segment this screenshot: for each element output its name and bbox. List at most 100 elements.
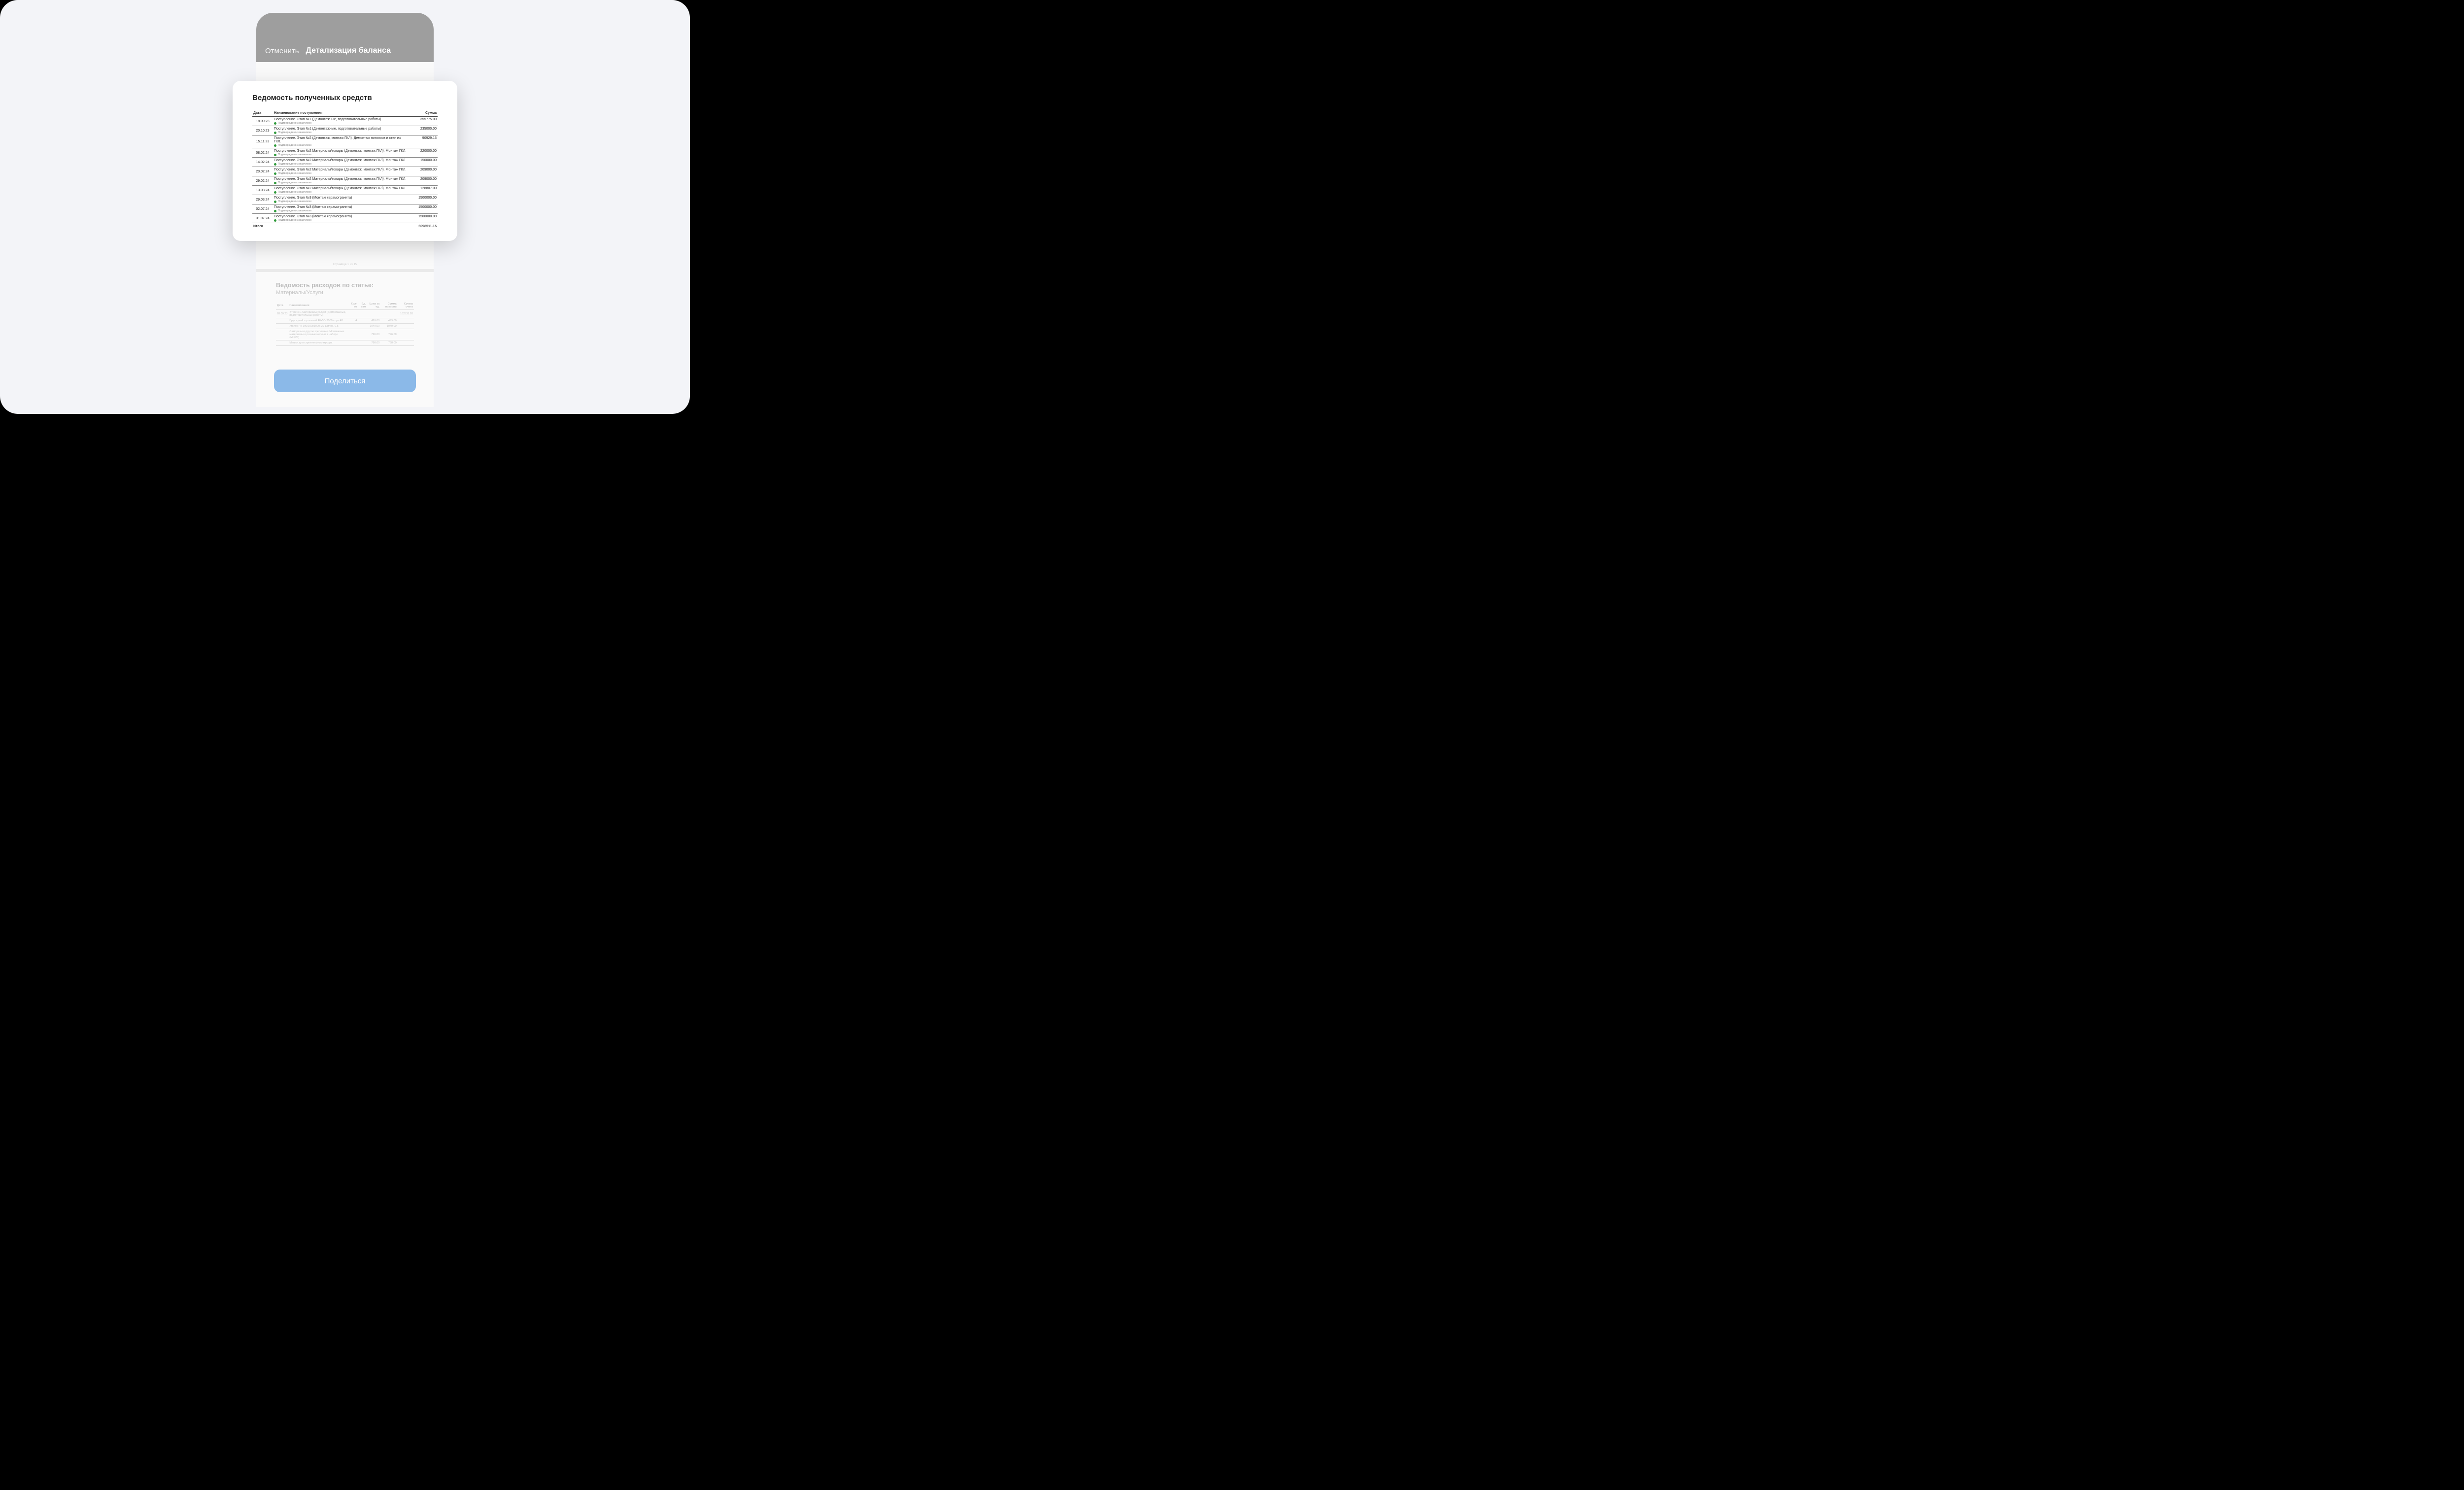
status-label: Подтверждено заказчиком <box>278 153 311 156</box>
cell-name: Поступление. Этап №3 (Монтаж керамограни… <box>273 204 408 214</box>
status-dot-icon <box>274 154 276 156</box>
cell-name: Поступление. Этап №1 (Демонтажные, подго… <box>273 117 408 126</box>
status-label: Подтверждено заказчиком <box>278 181 311 184</box>
ledger-title: Ведомость полученных средств <box>252 94 438 102</box>
cell-amount: 209000.00 <box>408 167 438 176</box>
status-dot-icon <box>274 182 276 184</box>
status-confirmed: Подтверждено заказчиком <box>274 200 407 203</box>
cell-name: Поступление. Этап №2 Материалы/товары (Д… <box>273 167 408 176</box>
cell-line: 1049.00 <box>380 324 397 329</box>
status-label: Подтверждено заказчиком <box>278 191 311 194</box>
cell-unit <box>358 329 367 340</box>
cell-amount: 235000.00 <box>408 126 438 135</box>
status-confirmed: Подтверждено заказчиком <box>274 191 407 194</box>
status-confirmed: Подтверждено заказчиком <box>274 209 407 212</box>
cell-date: 13.03.24 <box>252 186 273 195</box>
cell-name: Поступление. Этап №2 Материалы/товары (Д… <box>273 186 408 195</box>
table-row: 14.02.24Поступление. Этап №2 Материалы/т… <box>252 158 438 167</box>
cell-amount: 1500000.00 <box>408 214 438 223</box>
nav-bar: Отменить Детализация баланса <box>256 13 434 62</box>
cell-date: 29.02.24 <box>252 176 273 186</box>
cell-inv <box>398 340 414 346</box>
cell-date: 02.07.24 <box>252 204 273 214</box>
table-row: 08.02.24Поступление. Этап №2 Материалы/т… <box>252 148 438 158</box>
screen-title: Детализация баланса <box>306 46 391 55</box>
cell-qty <box>349 340 358 346</box>
status-label: Подтверждено заказчиком <box>278 131 311 134</box>
cell-date: 20.02.24 <box>252 167 273 176</box>
cell-name: Брус сухой строганый 40х50х3000 сорт АВ <box>288 318 348 324</box>
cell-amount: 209000.00 <box>408 176 438 186</box>
col-price: Цена за ед. <box>367 302 380 310</box>
status-confirmed: Подтверждено заказчиком <box>274 181 407 184</box>
cell-date <box>276 324 288 329</box>
cell-qty <box>349 324 358 329</box>
col-name: Наименование <box>288 302 348 310</box>
table-row: Мешки для строительного мусора 798.00798.… <box>276 340 414 346</box>
expenses-title: Ведомость расходов по статье: <box>276 282 414 289</box>
ledger-col-name: Наименование поступления <box>273 110 408 117</box>
table-row: 18.09.23Поступление. Этап №1 (Демонтажны… <box>252 117 438 126</box>
cell-line: 798.00 <box>380 340 397 346</box>
cell-name: Поступление. Этап №3 (Монтаж керамограни… <box>273 195 408 204</box>
cell-amount: 128807.00 <box>408 186 438 195</box>
cell-date: 20.10.23 <box>252 126 273 135</box>
cell-unit <box>358 310 367 318</box>
col-inv: Сумма счета <box>398 302 414 310</box>
status-confirmed: Подтверждено заказчиком <box>274 131 407 134</box>
cell-unit <box>358 324 367 329</box>
status-dot-icon <box>274 132 276 134</box>
status-dot-icon <box>274 163 276 166</box>
cell-amount: 1500000.00 <box>408 195 438 204</box>
share-button[interactable]: Поделиться <box>274 370 416 392</box>
cell-name: Поступление. Этап №1 (Демонтажные, подго… <box>273 126 408 135</box>
table-row: 31.07.24Поступление. Этап №3 (Монтаж кер… <box>252 214 438 223</box>
page-indicator: Страница 1 из 15 <box>256 249 434 269</box>
cell-unit <box>358 340 367 346</box>
cell-date: 18.09.23 <box>252 117 273 126</box>
cell-amount: 150000.00 <box>408 158 438 167</box>
cell-name: Поступление. Этап №2 Материалы/товары (Д… <box>273 158 408 167</box>
status-label: Подтверждено заказчиком <box>278 219 311 222</box>
col-unit: Ед. изм <box>358 302 367 310</box>
cell-date: 28.09.23 <box>276 310 288 318</box>
expenses-subtitle: Материалы/Услуги <box>276 290 414 296</box>
table-row: Уголок РК 100/100х1000 мм шипов. 0.51049… <box>276 324 414 329</box>
cell-line: 796.00 <box>380 329 397 340</box>
status-confirmed: Подтверждено заказчиком <box>274 153 407 156</box>
status-dot-icon <box>274 210 276 212</box>
table-row: 28.09.23Этап №1. Материалы/Услуги (Демон… <box>276 310 414 318</box>
ledger-card: Ведомость полученных средств Дата Наимен… <box>233 81 457 241</box>
cell-name: Саморезы и другое крепление. Монтажные м… <box>288 329 348 340</box>
cell-inv <box>398 318 414 324</box>
cancel-button[interactable]: Отменить <box>265 47 299 55</box>
ledger-col-date: Дата <box>252 110 273 117</box>
cell-price: 798.00 <box>367 340 380 346</box>
status-confirmed: Подтверждено заказчиком <box>274 122 407 125</box>
cell-name: Мешки для строительного мусора <box>288 340 348 346</box>
status-label: Подтверждено заказчиком <box>278 172 311 175</box>
table-row: Саморезы и другое крепление. Монтажные м… <box>276 329 414 340</box>
ledger-total-value: 6098511.15 <box>408 223 438 230</box>
cell-date <box>276 340 288 346</box>
cell-amount: 90929.15 <box>408 135 438 148</box>
cell-inv: 162531.20 <box>398 310 414 318</box>
cell-amount: 1500000.00 <box>408 204 438 214</box>
cell-price <box>367 310 380 318</box>
stage-background: Отменить Детализация баланса Страница 1 … <box>0 0 690 414</box>
cell-unit <box>358 318 367 324</box>
table-row: 13.03.24Поступление. Этап №2 Материалы/т… <box>252 186 438 195</box>
cell-name: Поступление. Этап №2 Материалы/товары (Д… <box>273 176 408 186</box>
table-row: Брус сухой строганый 40х50х3000 сорт АВ4… <box>276 318 414 324</box>
cell-line <box>380 310 397 318</box>
cell-date <box>276 318 288 324</box>
table-row: 29.02.24Поступление. Этап №2 Материалы/т… <box>252 176 438 186</box>
cell-name: Поступление. Этап №2 (Демонтаж, монтаж Г… <box>273 135 408 148</box>
cell-qty: 4 <box>349 318 358 324</box>
table-row: 29.03.24Поступление. Этап №3 (Монтаж кер… <box>252 195 438 204</box>
status-dot-icon <box>274 144 276 147</box>
expenses-table: Дата Наименование Кол-во Ед. изм Цена за… <box>276 302 414 346</box>
cell-date: 15.11.23 <box>252 135 273 148</box>
status-label: Подтверждено заказчиком <box>278 209 311 212</box>
status-dot-icon <box>274 122 276 125</box>
